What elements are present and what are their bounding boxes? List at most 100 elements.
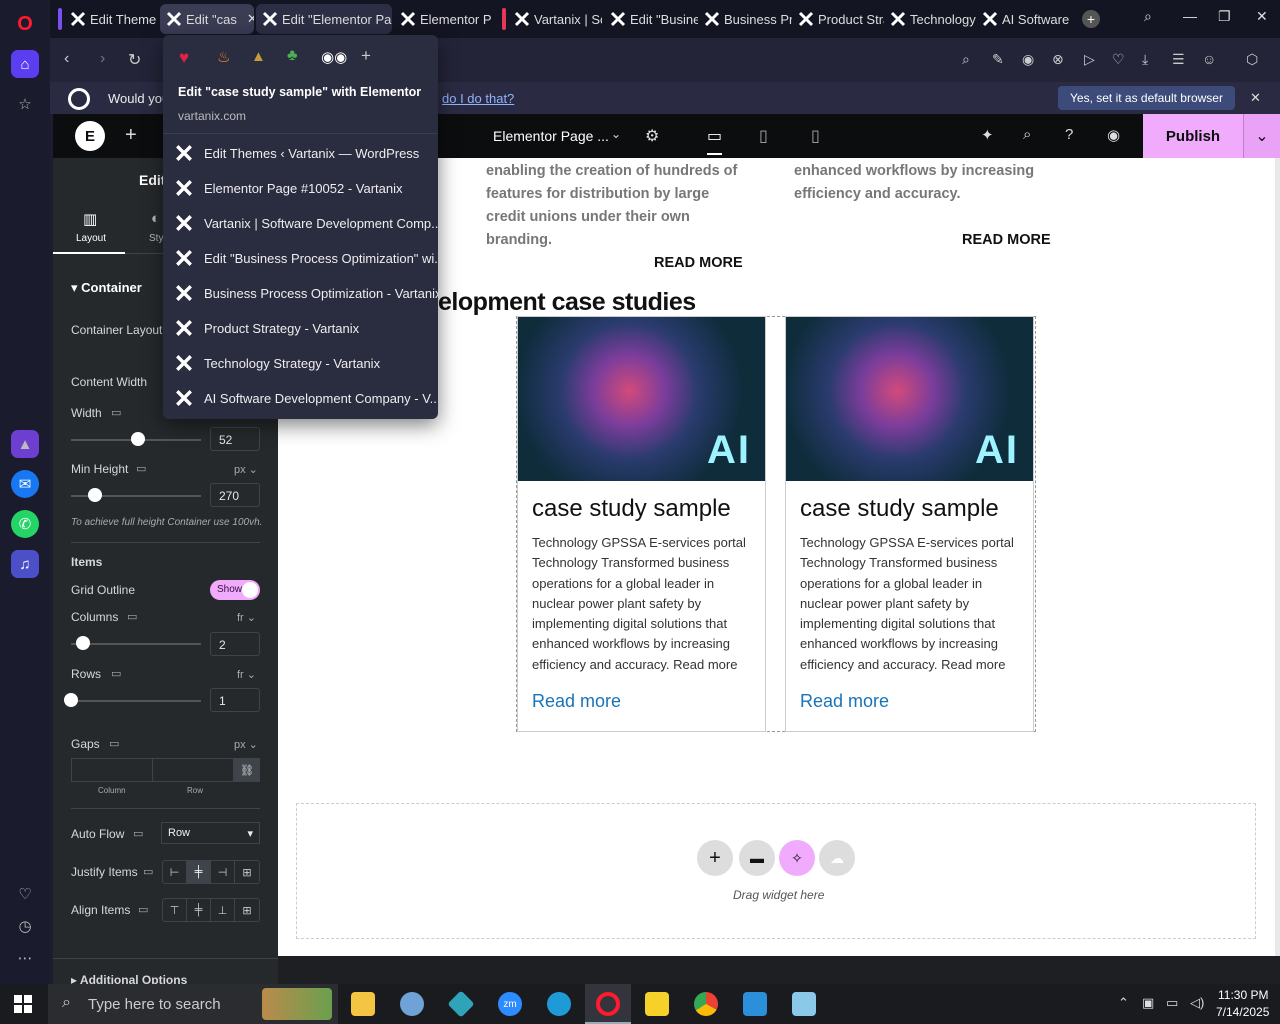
heart-emoji-icon[interactable]: ♥ bbox=[179, 48, 189, 68]
responsive-desktop-icon[interactable]: ▭ bbox=[133, 827, 143, 840]
align-start-icon[interactable]: ⊤ bbox=[163, 899, 187, 921]
rows-slider[interactable] bbox=[71, 700, 201, 702]
tab-vartanix[interactable]: Vartanix | Sc bbox=[508, 4, 602, 34]
align-end-icon[interactable]: ⊥ bbox=[211, 899, 235, 921]
columns-slider-knob[interactable] bbox=[76, 636, 90, 650]
case-study-card[interactable]: AI case study sample Technology GPSSA E-… bbox=[785, 316, 1034, 732]
responsive-desktop-icon[interactable]: ▭ bbox=[111, 406, 121, 419]
popup-tab-item[interactable]: Edit Themes ‹ Vartanix — WordPress bbox=[163, 136, 438, 170]
close-window-icon[interactable]: ✕ bbox=[1256, 8, 1268, 25]
profile-icon[interactable]: ☺ bbox=[1202, 51, 1216, 67]
tab-edit-business[interactable]: Edit "Busine bbox=[604, 4, 698, 34]
palm-emoji-icon[interactable]: ♣ bbox=[287, 47, 298, 65]
download-icon[interactable]: ⤓ bbox=[1142, 51, 1148, 68]
tray-chevron-icon[interactable]: ⌃ bbox=[1118, 995, 1129, 1011]
min-height-input[interactable]: 270 bbox=[210, 483, 260, 507]
tab-product-strategy[interactable]: Product Stra bbox=[792, 4, 884, 34]
help-icon[interactable]: ? bbox=[1065, 126, 1073, 143]
preview-eye-icon[interactable]: ◉ bbox=[1107, 126, 1120, 144]
settings-gear-icon[interactable]: ⚙ bbox=[645, 126, 659, 146]
width-input[interactable]: 52 bbox=[210, 427, 260, 451]
notepad-icon[interactable] bbox=[792, 992, 816, 1016]
rows-unit-select[interactable]: fr ⌄ bbox=[237, 668, 256, 681]
read-more-link-left[interactable]: READ MORE bbox=[654, 255, 743, 271]
fire-emoji-icon[interactable]: ♨ bbox=[217, 48, 230, 66]
set-default-browser-button[interactable]: Yes, set it as default browser bbox=[1058, 86, 1235, 110]
volume-icon[interactable]: ◁) bbox=[1190, 995, 1204, 1011]
messenger-icon[interactable]: ✉ bbox=[11, 470, 39, 498]
link-values-icon[interactable]: ⛓ bbox=[234, 758, 260, 782]
publish-button[interactable]: Publish bbox=[1143, 114, 1243, 158]
restore-icon[interactable]: ❐ bbox=[1218, 8, 1231, 25]
publish-options-chevron-icon[interactable]: ⌄ bbox=[1243, 114, 1280, 158]
min-height-slider-knob[interactable] bbox=[88, 488, 102, 502]
vscode-icon[interactable] bbox=[743, 992, 767, 1016]
popup-tab-item[interactable]: Product Strategy - Vartanix bbox=[163, 311, 438, 345]
mobile-view-icon[interactable]: ▯ bbox=[811, 126, 820, 146]
star-icon[interactable]: ☆ bbox=[11, 90, 39, 118]
block-icon[interactable]: ⊗ bbox=[1052, 51, 1064, 68]
responsive-desktop-icon[interactable]: ▭ bbox=[136, 462, 146, 475]
case-study-card[interactable]: AI case study sample Technology GPSSA E-… bbox=[517, 316, 766, 732]
edit-icon[interactable]: ✎ bbox=[992, 51, 1004, 68]
more-icon[interactable]: ⋯ bbox=[11, 944, 39, 972]
align-center-icon[interactable]: ╪ bbox=[187, 899, 211, 921]
tab-edit-case-study[interactable]: Edit "cas ✕ bbox=[160, 4, 254, 34]
justify-stretch-icon[interactable]: ⊞ bbox=[235, 861, 259, 883]
add-section-button[interactable]: + bbox=[697, 840, 733, 876]
rows-slider-knob[interactable] bbox=[64, 693, 78, 707]
auto-flow-select[interactable]: Row ▾ bbox=[161, 822, 260, 844]
network-icon[interactable]: ▭ bbox=[1166, 995, 1178, 1011]
popup-tab-item[interactable]: Technology Strategy - Vartanix bbox=[163, 346, 438, 380]
columns-slider[interactable] bbox=[71, 643, 201, 645]
responsive-desktop-icon[interactable]: ▭ bbox=[143, 865, 153, 878]
tab-elementor-page[interactable]: Elementor P● bbox=[394, 4, 494, 34]
sticky-notes-icon[interactable] bbox=[645, 992, 669, 1016]
play-icon[interactable]: ▷ bbox=[1084, 51, 1095, 68]
back-icon[interactable]: ‹ bbox=[64, 50, 69, 68]
finder-search-icon[interactable]: ⌕ bbox=[1023, 126, 1031, 143]
page-title[interactable]: Elementor Page ... bbox=[493, 128, 609, 144]
section-additional-options[interactable]: ▸ Additional Options bbox=[71, 973, 187, 984]
aria-icon[interactable]: ▲ bbox=[11, 430, 39, 458]
tab-business-process[interactable]: Business Pr bbox=[698, 4, 792, 34]
canvas-scrollbar[interactable] bbox=[1275, 158, 1280, 956]
read-more-link-right[interactable]: READ MORE bbox=[962, 232, 1051, 248]
popup-tab-item[interactable]: AI Software Development Company - V... bbox=[163, 381, 438, 415]
forward-icon[interactable]: › bbox=[100, 50, 105, 68]
popup-tab-item[interactable]: Vartanix | Software Development Comp... bbox=[163, 206, 438, 240]
camera-icon[interactable]: ◉ bbox=[1022, 51, 1034, 68]
add-element-icon[interactable]: + bbox=[125, 124, 137, 147]
gaps-unit-select[interactable]: px ⌄ bbox=[234, 738, 258, 751]
close-tab-icon[interactable]: ✕ bbox=[247, 11, 254, 27]
align-stretch-icon[interactable]: ⊞ bbox=[235, 899, 259, 921]
popup-tab-item[interactable]: Elementor Page #10052 - Vartanix bbox=[163, 171, 438, 205]
opera-logo-icon[interactable]: O bbox=[11, 10, 39, 38]
home-icon[interactable]: ⌂ bbox=[11, 50, 39, 78]
heart-outline-icon[interactable]: ♡ bbox=[1112, 51, 1125, 68]
extension-icon[interactable]: ⬡ bbox=[1246, 51, 1258, 68]
easy-setup-icon[interactable]: ☰ bbox=[1172, 51, 1185, 68]
columns-unit-select[interactable]: fr ⌄ bbox=[237, 611, 256, 624]
chrome-icon[interactable] bbox=[694, 992, 718, 1016]
new-tab-icon[interactable]: + bbox=[1082, 10, 1100, 28]
empty-drop-zone[interactable]: + ▬ ✧ ☁ Drag widget here bbox=[296, 803, 1256, 939]
heart-icon[interactable]: ♡ bbox=[11, 880, 39, 908]
tab-layout[interactable]: ▥ Layout bbox=[53, 202, 125, 254]
elementor-logo-icon[interactable]: E bbox=[75, 121, 105, 151]
justify-end-icon[interactable]: ⊣ bbox=[211, 861, 235, 883]
add-emoji-icon[interactable]: + bbox=[361, 46, 371, 66]
tray-app-icon[interactable]: ▣ bbox=[1142, 995, 1154, 1011]
edge-icon[interactable] bbox=[547, 992, 571, 1016]
whatsapp-icon[interactable]: ✆ bbox=[11, 510, 39, 538]
windows-start-icon[interactable] bbox=[14, 995, 32, 1013]
columns-input[interactable]: 2 bbox=[210, 632, 260, 656]
notifications-icon[interactable]: ✦ bbox=[981, 126, 994, 144]
infobar-link[interactable]: do I do that? bbox=[442, 91, 514, 106]
gap-column-input[interactable] bbox=[71, 758, 153, 782]
card-read-more-link[interactable]: Read more bbox=[800, 691, 1019, 712]
zoom-icon[interactable]: zm bbox=[498, 992, 522, 1016]
desktop-view-icon[interactable]: ▭ bbox=[707, 126, 723, 155]
taskbar-search-box[interactable]: ⌕ Type here to search bbox=[48, 984, 338, 1024]
responsive-desktop-icon[interactable]: ▭ bbox=[111, 667, 121, 680]
